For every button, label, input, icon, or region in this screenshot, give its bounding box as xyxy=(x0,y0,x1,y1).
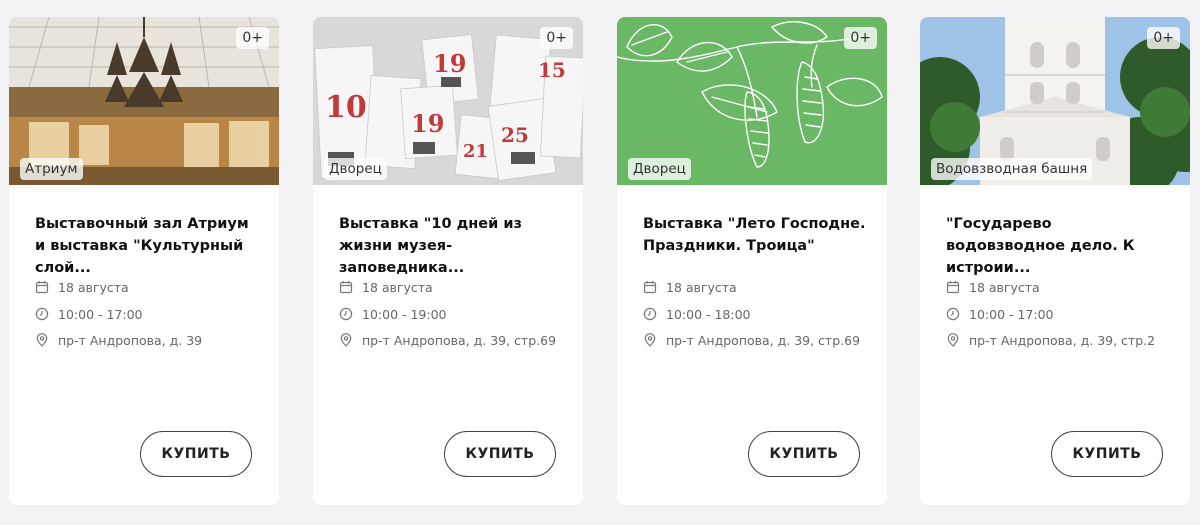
event-address: пр-т Андропова, д. 39, стр.2 xyxy=(969,332,1156,348)
age-rating-badge: 0+ xyxy=(1147,27,1180,49)
event-card[interactable]: 0+ Водовзводная башня "Государево водовз… xyxy=(920,17,1190,505)
event-card[interactable]: 10 19 19 15 25 21 0+ Дворец Выставка "10… xyxy=(313,17,583,505)
event-address-row: пр-т Андропова, д. 39, стр.69 xyxy=(643,331,883,349)
svg-text:21: 21 xyxy=(463,141,488,162)
clock-icon xyxy=(643,307,657,321)
event-time: 10:00 - 19:00 xyxy=(362,306,447,322)
age-rating-badge: 0+ xyxy=(844,27,877,49)
event-date: 18 августа xyxy=(969,279,1040,295)
svg-text:19: 19 xyxy=(433,49,466,78)
event-card-grid: 0+ Атриум Выставочный зал Атриум и выста… xyxy=(0,0,1200,525)
event-address-row: пр-т Андропова, д. 39, стр.69 xyxy=(339,331,579,349)
age-rating-badge: 0+ xyxy=(236,27,269,49)
event-date-row: 18 августа xyxy=(643,278,883,296)
location-pin-icon xyxy=(644,333,656,347)
event-image-summer[interactable]: 0+ Дворец xyxy=(617,17,887,185)
event-date-row: 18 августа xyxy=(946,278,1186,296)
buy-button[interactable]: КУПИТЬ xyxy=(140,431,252,477)
venue-badge: Атриум xyxy=(20,158,83,180)
event-title[interactable]: "Государево водовзводное дело. К истроии… xyxy=(946,213,1171,279)
clock-icon xyxy=(35,307,49,321)
age-rating-badge: 0+ xyxy=(540,27,573,49)
buy-button[interactable]: КУПИТЬ xyxy=(748,431,860,477)
event-time-row: 10:00 - 17:00 xyxy=(946,305,1186,323)
event-image-atrium[interactable]: 0+ Атриум xyxy=(9,17,279,185)
location-pin-icon xyxy=(36,333,48,347)
event-address: пр-т Андропова, д. 39, стр.69 xyxy=(362,332,557,348)
event-address-row: пр-т Андропова, д. 39, стр.2 xyxy=(946,331,1186,349)
event-time: 10:00 - 18:00 xyxy=(666,306,751,322)
event-title[interactable]: Выставочный зал Атриум и выставка "Культ… xyxy=(35,213,260,279)
location-pin-icon xyxy=(340,333,352,347)
event-card[interactable]: 0+ Атриум Выставочный зал Атриум и выста… xyxy=(9,17,279,505)
clock-icon xyxy=(946,307,960,321)
svg-text:15: 15 xyxy=(538,58,566,82)
event-address: пр-т Андропова, д. 39, стр.69 xyxy=(666,332,861,348)
buy-button[interactable]: КУПИТЬ xyxy=(444,431,556,477)
event-image-10-days[interactable]: 10 19 19 15 25 21 0+ Дворец xyxy=(313,17,583,185)
venue-badge: Дворец xyxy=(628,158,691,180)
calendar-icon xyxy=(643,281,657,294)
event-address-row: пр-т Андропова, д. 39 xyxy=(35,331,275,349)
event-image-water-tower[interactable]: 0+ Водовзводная башня xyxy=(920,17,1190,185)
event-address: пр-т Андропова, д. 39 xyxy=(58,332,203,348)
event-date-row: 18 августа xyxy=(35,278,275,296)
event-time-row: 10:00 - 18:00 xyxy=(643,305,883,323)
location-pin-icon xyxy=(947,333,959,347)
event-date: 18 августа xyxy=(58,279,129,295)
event-title[interactable]: Выставка "10 дней из жизни музея-заповед… xyxy=(339,213,564,279)
venue-badge: Дворец xyxy=(324,158,387,180)
event-time: 10:00 - 17:00 xyxy=(969,306,1054,322)
event-time-row: 10:00 - 17:00 xyxy=(35,305,275,323)
calendar-icon xyxy=(339,281,353,294)
svg-text:10: 10 xyxy=(325,90,367,125)
event-card[interactable]: 0+ Дворец Выставка "Лето Господне. Празд… xyxy=(617,17,887,505)
venue-badge: Водовзводная башня xyxy=(931,158,1093,180)
buy-button[interactable]: КУПИТЬ xyxy=(1051,431,1163,477)
event-date-row: 18 августа xyxy=(339,278,579,296)
event-title[interactable]: Выставка "Лето Господне. Праздники. Трои… xyxy=(643,213,868,257)
svg-text:19: 19 xyxy=(411,109,444,138)
event-time-row: 10:00 - 19:00 xyxy=(339,305,579,323)
event-date: 18 августа xyxy=(666,279,737,295)
svg-text:25: 25 xyxy=(501,123,529,147)
clock-icon xyxy=(339,307,353,321)
calendar-icon xyxy=(946,281,960,294)
event-date: 18 августа xyxy=(362,279,433,295)
event-time: 10:00 - 17:00 xyxy=(58,306,143,322)
calendar-icon xyxy=(35,281,49,294)
